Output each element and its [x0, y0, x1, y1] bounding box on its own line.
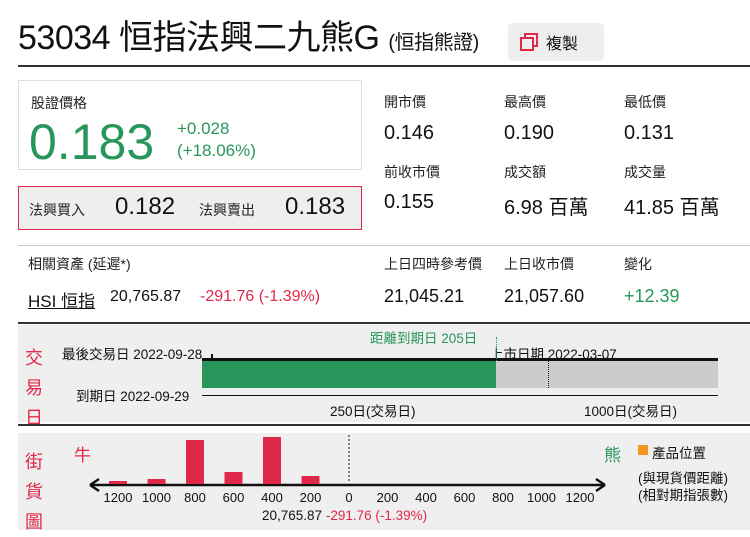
ref-value: 21,045.21: [384, 286, 465, 306]
bid-label: 法興買入: [29, 202, 85, 218]
tick: [211, 354, 213, 359]
scale-1000: 1000日(交易日): [584, 404, 678, 419]
tick-label: 200: [377, 490, 399, 505]
today-marker: [496, 337, 498, 361]
stat-value: 6.98 百萬: [504, 197, 589, 219]
bid-ask-box: 法興買入 0.182 法興賣出 0.183: [18, 186, 362, 230]
legend-label: 產品位置: [652, 446, 706, 461]
stat-label: 最高價: [504, 94, 546, 110]
ref-label: 上日四時參考價: [384, 256, 482, 272]
tick-label: 1000: [527, 490, 556, 505]
copy-icon: [520, 33, 538, 51]
stat-value: 0.131: [624, 122, 675, 144]
street-bar: [263, 437, 281, 484]
related-change: -291.76 (-1.39%): [200, 288, 321, 305]
elapsed-bar: [202, 361, 497, 388]
price-label: 股證價格: [31, 95, 87, 111]
tick-label: 600: [454, 490, 476, 505]
street-bar: [147, 479, 166, 484]
scale-break: [548, 361, 549, 388]
chg-value: +12.39: [624, 286, 680, 306]
ask-label: 法興賣出: [199, 202, 255, 218]
tick-label: 400: [415, 490, 437, 505]
divider: [18, 322, 750, 324]
tick-label: 1000: [142, 490, 171, 505]
stat-value: 41.85 百萬: [624, 197, 720, 219]
expiry-date: 到期日 2022-09-29: [76, 389, 190, 404]
tick-label: 600: [223, 490, 245, 505]
price-change-pct: (+18.06%): [177, 141, 256, 160]
stat-value: 0.155: [384, 191, 435, 213]
chg-label: 變化: [624, 256, 652, 272]
scale-250: 250日(交易日): [330, 404, 416, 419]
tick-label: 800: [184, 490, 206, 505]
scale-line: [202, 395, 718, 396]
price-value: 0.183: [29, 114, 155, 170]
close-value: 21,057.60: [504, 286, 585, 306]
street-bar: [224, 472, 243, 484]
related-label: 相關資產 (延遲*): [28, 256, 131, 272]
spot-change: -291.76 (-1.39%): [325, 508, 428, 523]
divider: [18, 65, 750, 67]
last-trade-date: 最後交易日 2022-09-28: [62, 347, 203, 362]
price-box: 股證價格 0.183 +0.028 (+18.06%): [18, 80, 362, 170]
tick-label: 1200: [104, 490, 133, 505]
close-label: 上日收市價: [504, 256, 574, 272]
divider: [18, 424, 750, 426]
stat-label: 開市價: [384, 94, 426, 110]
stat-label: 成交額: [504, 164, 546, 180]
street-bar: [301, 476, 320, 484]
ask-value: 0.183: [285, 193, 346, 220]
stat-label: 成交量: [624, 164, 666, 180]
divider: [18, 245, 750, 246]
trading-days-panel: 交易日 最後交易日 2022-09-28 到期日 2022-09-29 距離到期…: [18, 325, 750, 428]
related-value: 20,765.87: [110, 288, 182, 305]
copy-button[interactable]: 複製: [508, 23, 604, 61]
spot-value: 20,765.87: [262, 508, 323, 523]
bid-value: 0.182: [115, 193, 176, 220]
tick-label: 0: [345, 490, 352, 505]
related-asset-link[interactable]: HSI 恒指: [28, 287, 95, 312]
tick-label: 200: [300, 490, 322, 505]
timeline-bar: [202, 361, 718, 388]
tick-label: 400: [261, 490, 283, 505]
price-change: +0.028: [177, 119, 230, 138]
street-chart-panel: 街貨圖 牛 熊 產品位置 (與現貨價距離) (相對期指張數) 1200 1000 8…: [18, 433, 750, 532]
stat-value: 0.146: [384, 122, 435, 144]
stat-value: 0.190: [504, 122, 555, 144]
page-title: 53034 恒指法興二九熊G (恒指熊證): [18, 19, 479, 57]
tick-label: 1200: [566, 490, 595, 505]
street-bar: [109, 481, 127, 484]
note-contracts: (相對期指張數): [638, 488, 728, 503]
stat-label: 最低價: [624, 94, 666, 110]
days-to-expiry: 距離到期日 205日: [370, 331, 478, 346]
stat-label: 前收市價: [384, 164, 440, 180]
trading-side-label: 交易日: [25, 348, 43, 428]
legend-swatch: [638, 445, 648, 455]
tick-label: 800: [492, 490, 514, 505]
street-bar: [186, 440, 204, 484]
